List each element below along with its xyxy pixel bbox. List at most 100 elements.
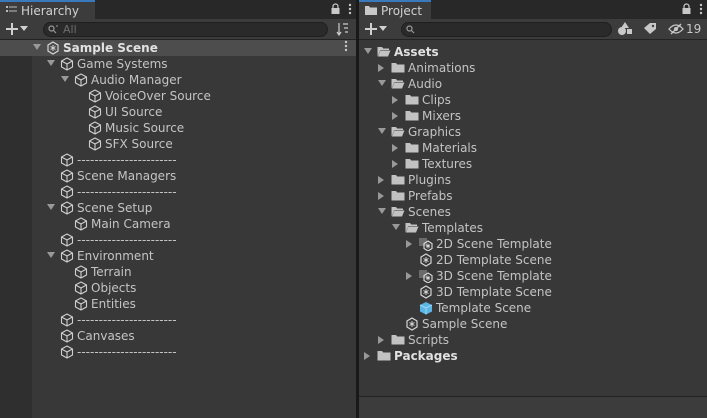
project-item[interactable]: Scripts [359,332,707,348]
project-item[interactable]: Templates [359,220,707,236]
scene-template-icon [419,237,433,252]
expand-arrow-open[interactable] [47,252,55,258]
hierarchy-item[interactable]: ----------------------- [0,312,356,328]
hierarchy-item[interactable]: Environment [0,248,356,264]
hierarchy-item[interactable]: Game Systems [0,56,356,72]
expand-arrow-closed[interactable] [378,192,384,200]
project-panel: Project 19 Assets Animations Audio Clips… [359,0,707,418]
row-label: Sample Scene [422,317,508,331]
expand-arrow-closed[interactable] [406,240,412,248]
expand-arrow-closed[interactable] [364,352,370,360]
shapes-icon[interactable] [617,21,633,39]
hierarchy-item[interactable]: Audio Manager [0,72,356,88]
expand-arrow-open[interactable] [378,128,386,134]
unity-scene-icon [419,285,433,299]
row-label: Plugins [408,173,451,187]
tag-icon[interactable] [643,22,657,38]
expand-arrow-closed[interactable] [378,176,384,184]
cube-icon [60,185,74,199]
expand-arrow-open[interactable] [61,76,69,82]
row-label: Audio Manager [91,73,182,87]
expand-arrow-open[interactable] [392,224,400,230]
row-label: Audio [408,77,443,91]
project-item[interactable]: Clips [359,92,707,108]
expand-arrow-closed[interactable] [392,96,398,104]
expand-arrow-closed[interactable] [392,144,398,152]
hierarchy-item[interactable]: Terrain [0,264,356,280]
project-item[interactable]: Materials [359,140,707,156]
project-item[interactable]: 2D Template Scene [359,252,707,268]
hierarchy-item[interactable]: ----------------------- [0,232,356,248]
expand-arrow-closed[interactable] [406,272,412,280]
hierarchy-item[interactable]: UI Source [0,104,356,120]
lock-icon[interactable] [331,3,340,15]
row-label: Templates [422,221,484,235]
project-item[interactable]: Prefabs [359,188,707,204]
project-item[interactable]: Scenes [359,204,707,220]
expand-arrow-open[interactable] [364,48,372,54]
cube-icon [74,297,88,311]
project-item[interactable]: Animations [359,60,707,76]
expand-arrow-closed[interactable] [378,64,384,72]
hierarchy-item[interactable]: Objects [0,280,356,296]
hierarchy-item[interactable]: Main Camera [0,216,356,232]
hierarchy-item[interactable]: ----------------------- [0,152,356,168]
kebab-icon[interactable] [699,3,703,15]
project-item[interactable]: 3D Template Scene [359,284,707,300]
hidden-packages-toggle[interactable]: 19 [668,22,701,36]
project-item[interactable]: Graphics [359,124,707,140]
expand-arrow-open[interactable] [47,204,55,210]
hierarchy-item[interactable]: Scene Managers [0,168,356,184]
hierarchy-item[interactable]: ----------------------- [0,184,356,200]
row-label: Prefabs [408,189,453,203]
sort-icon[interactable] [336,22,350,39]
folder-icon [405,109,419,123]
project-item[interactable]: Audio [359,76,707,92]
project-search-input[interactable] [401,22,612,37]
hierarchy-item[interactable]: Music Source [0,120,356,136]
scene-row[interactable]: Sample Scene [0,40,356,56]
folder-icon [391,173,405,187]
hierarchy-tabbar: Hierarchy [0,0,356,19]
row-label: Template Scene [436,301,532,315]
project-item[interactable]: Textures [359,156,707,172]
project-item[interactable]: Assets [359,44,707,60]
scene-template-icon [419,269,433,284]
expand-arrow-closed[interactable] [392,160,398,168]
hierarchy-search-input[interactable]: All [43,22,328,37]
hierarchy-item[interactable]: Canvases [0,328,356,344]
hierarchy-item[interactable]: VoiceOver Source [0,88,356,104]
project-footer [359,396,707,418]
lock-icon[interactable] [682,3,691,15]
hierarchy-item[interactable]: Entities [0,296,356,312]
project-item[interactable]: 3D Scene Template [359,268,707,284]
hierarchy-item[interactable]: SFX Source [0,136,356,152]
expand-arrow-open[interactable] [378,80,386,86]
expand-arrow-open[interactable] [378,208,386,214]
hierarchy-item[interactable]: ----------------------- [0,344,356,360]
row-label: Environment [77,249,154,263]
expand-arrow-open[interactable] [33,44,41,50]
row-label: ----------------------- [77,153,177,167]
expand-arrow-closed[interactable] [392,112,398,120]
cube-icon [60,153,74,167]
tab-project[interactable]: Project [359,0,431,19]
row-label: Game Systems [77,57,168,71]
add-button[interactable] [6,20,34,38]
open-folder-icon [377,45,391,59]
kebab-icon[interactable] [344,40,348,56]
open-folder-icon [405,221,419,235]
project-item[interactable]: Template Scene [359,300,707,316]
kebab-icon[interactable] [348,3,352,15]
project-item[interactable]: Mixers [359,108,707,124]
expand-arrow-closed[interactable] [378,336,384,344]
hierarchy-item[interactable]: Scene Setup [0,200,356,216]
project-item[interactable]: Plugins [359,172,707,188]
project-item[interactable]: 2D Scene Template [359,236,707,252]
add-button[interactable] [365,20,393,38]
project-item[interactable]: Packages [359,348,707,364]
tab-hierarchy[interactable]: Hierarchy [0,0,95,19]
project-item[interactable]: Sample Scene [359,316,707,332]
cube-icon [60,57,74,71]
expand-arrow-open[interactable] [47,60,55,66]
